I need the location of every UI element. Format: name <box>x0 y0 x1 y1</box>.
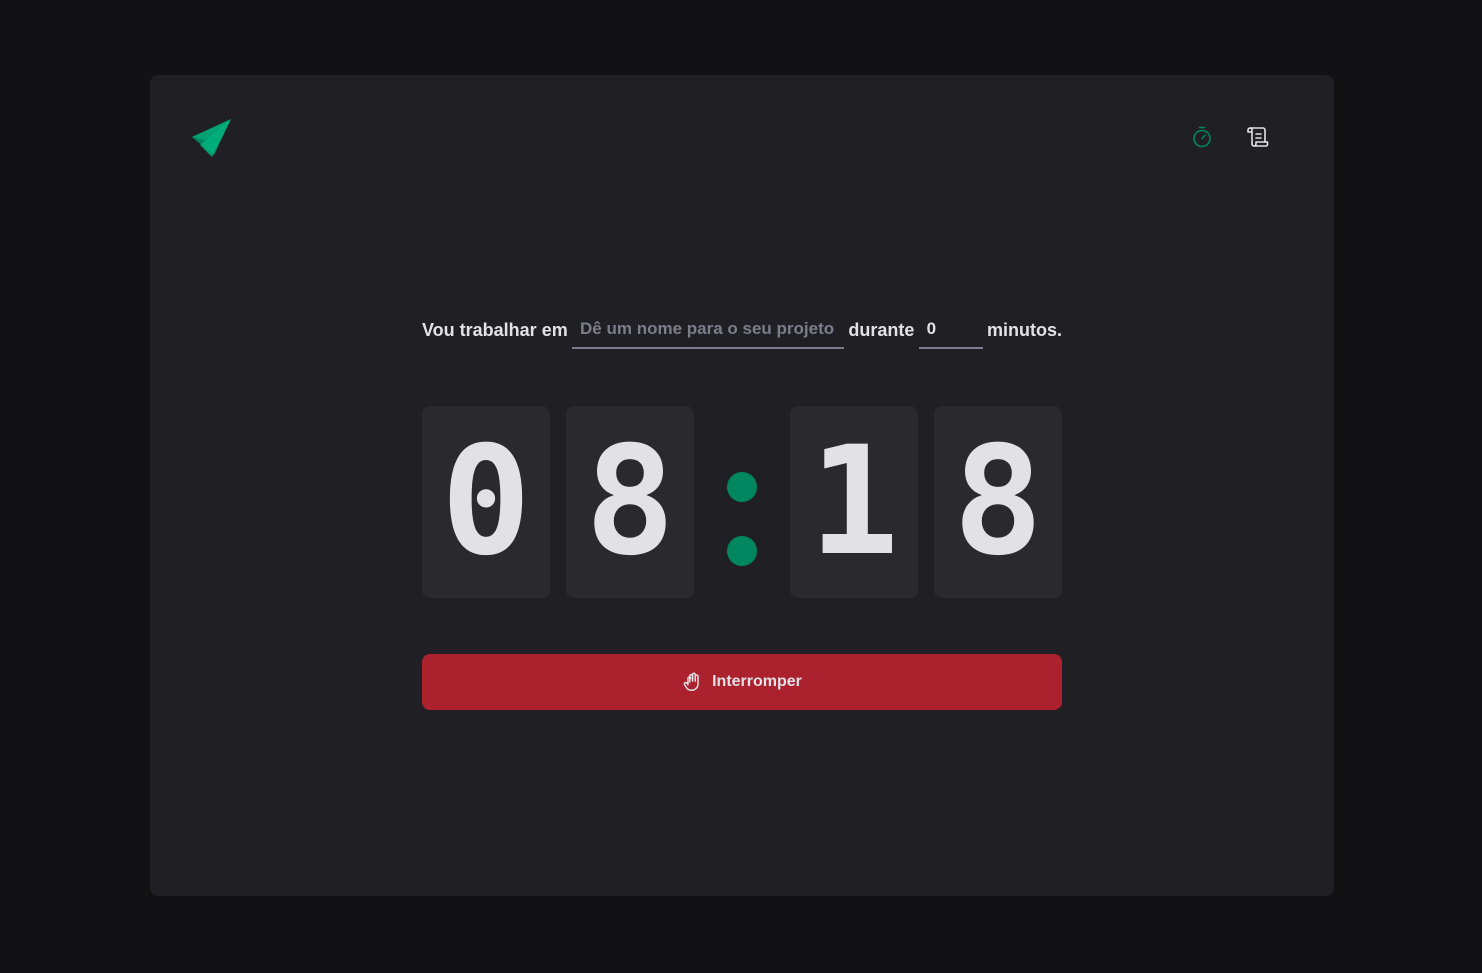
main-nav <box>1178 115 1282 163</box>
separator-dot-top <box>727 472 757 502</box>
countdown-separator <box>710 406 774 598</box>
timer-icon <box>1190 125 1214 154</box>
duration-label: durante <box>848 319 915 340</box>
minutes-ones-digit: 8 <box>566 406 694 598</box>
nav-timer-link[interactable] <box>1178 115 1226 163</box>
new-cycle-form: Vou trabalhar em durante minutos. <box>422 311 1062 349</box>
stop-countdown-button[interactable]: Interromper <box>422 654 1062 710</box>
scroll-icon <box>1246 125 1270 154</box>
minutes-tens-digit: 0 <box>422 406 550 598</box>
task-label: Vou trabalhar em <box>422 319 568 340</box>
seconds-ones-digit: 8 <box>934 406 1062 598</box>
seconds-tens-digit: 1 <box>790 406 918 598</box>
minutes-input[interactable] <box>918 311 983 349</box>
paper-plane-logo-icon <box>190 117 232 159</box>
header <box>190 115 1294 163</box>
app-container: Vou trabalhar em durante minutos. 0 8 1 … <box>150 75 1334 896</box>
separator-dot-bottom <box>727 536 757 566</box>
hand-palm-icon <box>682 671 704 693</box>
nav-history-link[interactable] <box>1234 115 1282 163</box>
task-input[interactable] <box>572 311 845 349</box>
minutes-suffix: minutos. <box>986 319 1062 340</box>
countdown: 0 8 1 8 <box>422 406 1062 598</box>
stop-button-label: Interromper <box>712 673 802 690</box>
